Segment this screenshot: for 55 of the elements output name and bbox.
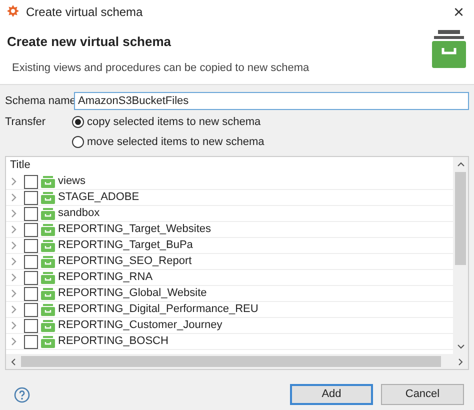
tree-item-label[interactable]: REPORTING_BOSCH: [58, 333, 168, 350]
drawer-icon: [41, 192, 55, 204]
checkbox[interactable]: [24, 270, 38, 284]
gear-icon: [6, 5, 20, 19]
tree-item-label[interactable]: REPORTING_SEO_Report: [58, 253, 192, 270]
drawer-icon: [41, 256, 55, 268]
drawer-icon: [41, 288, 55, 300]
drawer-icon: [41, 240, 55, 252]
scroll-left-icon[interactable]: [11, 358, 16, 366]
scroll-down-icon[interactable]: [456, 344, 464, 349]
scroll-up-icon[interactable]: [456, 162, 464, 167]
checkbox[interactable]: [24, 174, 38, 188]
tree-item-label[interactable]: REPORTING_Customer_Journey: [58, 317, 222, 334]
drawer-icon: [41, 336, 55, 348]
drawer-icon: [41, 272, 55, 284]
checkbox[interactable]: [24, 222, 38, 236]
scroll-right-icon[interactable]: [458, 358, 463, 366]
tree-item-label[interactable]: sandbox: [58, 205, 100, 222]
tree-item-label[interactable]: views: [58, 173, 86, 190]
drawer-icon: [41, 320, 55, 332]
drawer-icon: [41, 208, 55, 220]
radio-label[interactable]: move selected items to new schema: [87, 134, 264, 150]
drawer-icon: [41, 304, 55, 316]
field-label: Transfer: [5, 115, 47, 130]
checkbox[interactable]: [24, 302, 38, 316]
dialog-button[interactable]: Cancel: [381, 384, 464, 405]
tree-item-label[interactable]: REPORTING_RNA: [58, 269, 153, 286]
horizontal-scrollbar[interactable]: [6, 354, 468, 369]
checkbox[interactable]: [24, 318, 38, 332]
vertical-scrollbar[interactable]: [453, 157, 468, 354]
header-description: Existing views and procedures can be copied to new schema: [12, 60, 310, 76]
drawer-icon: [432, 30, 466, 68]
checkbox[interactable]: [24, 334, 38, 348]
tree-item-label[interactable]: STAGE_ADOBE: [58, 189, 140, 206]
checkbox[interactable]: [24, 238, 38, 252]
close-button[interactable]: ×: [449, 3, 468, 21]
tree-item-label[interactable]: REPORTING_Target_BuPa: [58, 237, 193, 254]
checkbox[interactable]: [24, 206, 38, 220]
window-title: Create virtual schema: [26, 4, 144, 21]
radio-label[interactable]: copy selected items to new schema: [87, 114, 261, 130]
radio-button[interactable]: [72, 116, 84, 128]
tree-item-label[interactable]: REPORTING_Target_Websites: [58, 221, 212, 238]
radio-button[interactable]: [72, 136, 84, 148]
dialog-button[interactable]: Add: [290, 384, 373, 405]
checkbox[interactable]: [24, 286, 38, 300]
drawer-icon: [41, 224, 55, 236]
help-icon[interactable]: [14, 386, 30, 402]
checkbox[interactable]: [24, 190, 38, 204]
drawer-icon: [41, 176, 55, 188]
checkbox[interactable]: [24, 254, 38, 268]
schema-name-field[interactable]: AmazonS3BucketFiles: [74, 92, 469, 110]
header-title: Create new virtual schema: [7, 33, 172, 51]
column-header: Title: [9, 158, 32, 174]
tree-item-label[interactable]: REPORTING_Digital_Performance_REU: [58, 301, 258, 318]
tree-item-label[interactable]: REPORTING_Global_Website: [58, 285, 207, 302]
